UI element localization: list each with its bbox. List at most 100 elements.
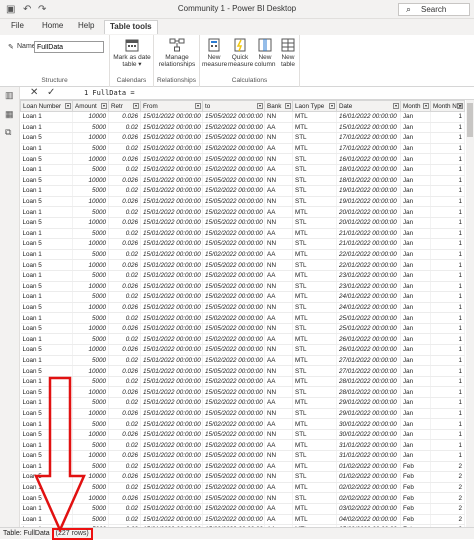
column-filter-icon[interactable]: ▾ (285, 103, 291, 109)
column-filter-icon[interactable]: ▾ (65, 103, 71, 109)
vertical-scrollbar[interactable] (466, 100, 474, 527)
column-header[interactable]: Month Nbr ▾ (430, 100, 465, 112)
column-header[interactable]: Loan Number ▾ (20, 100, 73, 112)
table-cell: 15/05/2022 00:00:00 (202, 153, 265, 165)
quick-measure-button[interactable]: Quick measure (228, 38, 253, 68)
table-row[interactable]: Loan 5 10000 0.026 15/01/2022 00:00:00 15/05… (20, 259, 465, 271)
table-cell: Jan (400, 153, 431, 165)
table-row[interactable]: Loan 150000.0215/01/2022 00:00:0015/02/2… (20, 418, 465, 430)
search-box[interactable]: ⌕ Search (398, 3, 470, 16)
column-filter-icon[interactable]: ▾ (257, 103, 263, 109)
mark-as-date-table-button[interactable]: Mark as date table ▾ (112, 38, 152, 68)
table-row[interactable]: Loan 5 10000 0.026 15/01/2022 00:00:00 15/05… (20, 492, 465, 504)
table-cell: Loan 5 (20, 259, 73, 271)
cancel-formula-icon[interactable]: ✕ (30, 87, 38, 98)
table-row[interactable]: Loan 5 10000 0.026 15/01/2022 00:00:00 15/05… (20, 408, 465, 420)
table-cell: STL (292, 196, 337, 208)
name-input[interactable] (34, 41, 104, 53)
column-filter-icon[interactable]: ▾ (101, 103, 107, 109)
table-row[interactable]: Loan 150000.0215/01/2022 00:00:0015/02/2… (20, 503, 465, 515)
column-header[interactable]: Bank ▾ (264, 100, 293, 112)
manage-relationships-button[interactable]: Manage relationships (156, 38, 198, 68)
table-row[interactable]: Loan 5 10000 0.026 15/01/2022 00:00:00 15/05… (20, 323, 465, 335)
table-row[interactable]: Loan 5 10000 0.026 15/01/2022 00:00:00 15/05… (20, 471, 465, 483)
table-row[interactable]: Loan 5 10000 0.026 15/01/2022 00:00:00 15/05… (20, 196, 465, 208)
table-row[interactable]: Loan 150000.0215/01/2022 00:00:0015/02/2… (20, 355, 465, 367)
table-row[interactable]: Loan 150000.0215/01/2022 00:00:0015/02/2… (20, 312, 465, 324)
new-measure-button[interactable]: New measure (202, 38, 227, 68)
data-view-icon[interactable]: ▦ (5, 109, 15, 119)
table-cell: STL (292, 238, 337, 250)
tab-file[interactable]: File (11, 21, 24, 30)
table-cell: AA (264, 333, 293, 346)
formula-text[interactable]: 1 FullData = (84, 89, 135, 97)
new-column-button[interactable]: New column (254, 38, 276, 68)
column-header[interactable]: Laon Type ▾ (292, 100, 337, 112)
commit-formula-icon[interactable]: ✓ (47, 87, 55, 98)
table-cell: Jan (400, 376, 431, 388)
column-filter-icon[interactable]: ▾ (393, 103, 399, 109)
table-row[interactable]: Loan 5 10000 0.026 15/01/2022 00:00:00 15/05… (20, 132, 465, 144)
table-cell: 15/01/2022 00:00:00 (140, 291, 203, 303)
column-filter-icon[interactable]: ▾ (329, 103, 335, 109)
table-cell: 25/01/2022 00:00:00 (336, 312, 401, 324)
table-row[interactable]: Loan 5 10000 0.026 15/01/2022 00:00:00 15/05… (20, 365, 465, 377)
report-view-icon[interactable]: ▥ (5, 90, 15, 100)
table-row[interactable]: Loan 150000.0215/01/2022 00:00:0015/02/2… (20, 143, 465, 155)
table-cell: 27/01/2022 00:00:00 (336, 365, 401, 377)
column-header[interactable]: Retr ▾ (108, 100, 141, 112)
table-row[interactable]: Loan 150000.0215/01/2022 00:00:0015/02/2… (20, 376, 465, 388)
table-cell: STL (292, 153, 337, 165)
new-table-button[interactable]: New table (278, 38, 298, 68)
model-view-icon[interactable]: ⧉ (5, 127, 15, 137)
scrollbar-thumb[interactable] (467, 103, 473, 137)
table-row[interactable]: Loan 150000.0215/01/2022 00:00:0015/02/2… (20, 439, 465, 451)
table-cell: Jan (400, 312, 431, 324)
table-row[interactable]: Loan 5 10000 0.026 15/01/2022 00:00:00 15/05… (20, 153, 465, 165)
table-row[interactable]: Loan 150000.0215/01/2022 00:00:0015/02/2… (20, 122, 465, 134)
column-header[interactable]: Month ▾ (400, 100, 431, 112)
table-row[interactable]: Loan 150000.0215/01/2022 00:00:0015/02/2… (20, 228, 465, 240)
table-row[interactable]: Loan 150000.0215/01/2022 00:00:0015/02/2… (20, 333, 465, 346)
table-row[interactable]: Loan 5 10000 0.026 15/01/2022 00:00:00 15/05… (20, 281, 465, 293)
table-row[interactable]: Loan 150000.0215/01/2022 00:00:0015/02/2… (20, 185, 465, 197)
table-row[interactable]: Loan 5 10000 0.026 15/01/2022 00:00:00 15/05… (20, 386, 465, 399)
table-row[interactable]: Loan 150000.0215/01/2022 00:00:0015/02/2… (20, 461, 465, 473)
table-row[interactable]: Loan 150000.0215/01/2022 00:00:0015/02/2… (20, 291, 465, 303)
column-header[interactable]: to ▾ (202, 100, 265, 112)
table-row[interactable]: Loan 5 10000 0.026 15/01/2022 00:00:00 15/05… (20, 175, 465, 187)
table-row[interactable]: Loan 150000.0215/01/2022 00:00:0015/02/2… (20, 164, 465, 176)
table-row[interactable]: Loan 5 10000 0.026 15/01/2022 00:00:00 15/05… (20, 302, 465, 314)
table-cell: 19/01/2022 00:00:00 (336, 196, 401, 208)
data-grid[interactable]: Loan Number ▾ Amount ▾ Retr ▾ From ▾ to ▾ Bank ▾ Lao… (20, 100, 474, 527)
column-filter-icon[interactable]: ▾ (457, 103, 463, 109)
table-row[interactable]: Loan 150000.0215/01/2022 00:00:0015/02/2… (20, 249, 465, 261)
table-row[interactable]: Loan 5 10000 0.026 15/01/2022 00:00:00 15/05… (20, 217, 465, 229)
table-row[interactable]: Loan 5 10000 0.026 15/01/2022 00:00:00 15/05… (20, 429, 465, 441)
table-row[interactable]: Loan 150000.0215/01/2022 00:00:0015/02/2… (20, 482, 465, 494)
table-row[interactable]: Loan 5 10000 0.026 15/01/2022 00:00:00 15/05… (20, 238, 465, 250)
table-cell: 03/02/2022 00:00:00 (336, 503, 401, 515)
column-filter-icon[interactable]: ▾ (195, 103, 201, 109)
table-cell: 1 (430, 376, 465, 388)
table-row[interactable]: Loan 1 10000 0.026 15/01/2022 00:00:00 15/05… (20, 111, 465, 123)
column-filter-icon[interactable]: ▾ (423, 103, 429, 109)
column-filter-icon[interactable]: ▾ (133, 103, 139, 109)
table-cell: 0.02 (108, 206, 141, 218)
table-row[interactable]: Loan 5 10000 0.026 15/01/2022 00:00:00 15/05… (20, 450, 465, 462)
table-row[interactable]: Loan 150000.0215/01/2022 00:00:0015/02/2… (20, 270, 465, 282)
table-cell: 15/05/2022 00:00:00 (202, 259, 265, 271)
table-row[interactable]: Loan 5 10000 0.026 15/01/2022 00:00:00 15/05… (20, 344, 465, 356)
table-cell: 0.02 (108, 228, 141, 240)
tab-help[interactable]: Help (78, 21, 94, 30)
tab-table-tools[interactable]: Table tools (104, 20, 158, 34)
column-header[interactable]: Amount ▾ (72, 100, 109, 112)
tab-home[interactable]: Home (42, 21, 63, 30)
table-row[interactable]: Loan 150000.0215/01/2022 00:00:0015/02/2… (20, 514, 465, 526)
table-cell: MTL (292, 228, 337, 240)
column-header-label: Date (339, 102, 353, 110)
table-row[interactable]: Loan 150000.0215/01/2022 00:00:0015/02/2… (20, 397, 465, 409)
table-row[interactable]: Loan 150000.0215/01/2022 00:00:0015/02/2… (20, 206, 465, 218)
column-header[interactable]: Date ▾ (336, 100, 401, 112)
column-header[interactable]: From ▾ (140, 100, 203, 112)
